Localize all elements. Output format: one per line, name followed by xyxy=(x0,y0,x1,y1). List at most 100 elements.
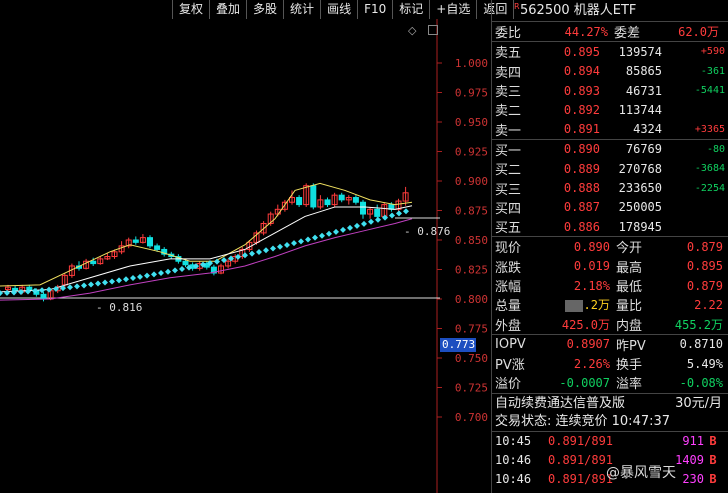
price-axis-label: 0.900 xyxy=(455,175,488,188)
pvzhang-row: PV涨 2.26% 换手 5.49% xyxy=(492,354,728,374)
ma-dot-marker xyxy=(81,282,87,289)
ask-volume: 139574 xyxy=(618,44,662,59)
price-axis-label: 0.700 xyxy=(455,411,488,424)
tick-side: B xyxy=(709,472,717,487)
candle-body xyxy=(352,197,359,203)
fee-price[interactable]: 30元/月 xyxy=(675,394,728,413)
candle-body xyxy=(338,194,345,201)
ma-dot-marker xyxy=(242,252,248,259)
panel-toggle-icon[interactable] xyxy=(428,25,438,35)
bid-price: 0.887 xyxy=(563,200,600,215)
zuigao-label: 最高 xyxy=(616,260,643,276)
fee-text[interactable]: 自动续费通达信普及版 xyxy=(495,396,625,411)
tick-time: 10:46 xyxy=(495,472,532,487)
ma-dot-marker xyxy=(158,270,164,277)
ask-row[interactable]: 卖五 0.895 139574 +590 xyxy=(492,42,728,62)
chart-toolbar: 复权 叠加 多股 统计 画线 F10 标记 +自选 返回 xyxy=(172,0,515,19)
ma-dot-marker xyxy=(109,278,115,285)
bid-label: 买一 xyxy=(495,143,522,159)
bid-row[interactable]: 买三 0.888 233650 -2254 xyxy=(492,178,728,198)
tick-time: 10:45 xyxy=(495,434,532,449)
bid-row[interactable]: 买二 0.889 270768 -3684 xyxy=(492,159,728,179)
bid-row[interactable]: 买四 0.887 250005 xyxy=(492,198,728,217)
ask-change: +590 xyxy=(700,46,725,58)
tick-volume: 911 xyxy=(682,434,704,449)
ask-price: 0.895 xyxy=(563,44,600,59)
ma-dot-marker xyxy=(88,281,94,288)
bid-volume: 250005 xyxy=(618,200,662,215)
ma-dot-marker xyxy=(326,230,332,237)
overlay-button[interactable]: 叠加 xyxy=(209,0,246,19)
yijia-label: 溢价 xyxy=(495,377,522,393)
f10-button[interactable]: F10 xyxy=(357,0,392,19)
weibi-label: 委比 xyxy=(495,26,522,42)
yijialv-value: -0.08% xyxy=(679,375,723,390)
tick-row[interactable]: 10:45 0.891/891 911 B xyxy=(492,432,728,451)
kline-chart-svg[interactable]: 1.000 0.975 0.950 0.925 0.900 0.875 0.850 0.825… xyxy=(0,19,491,493)
ma-dot-marker xyxy=(354,222,360,229)
fuquan-button[interactable]: 复权 xyxy=(172,0,209,19)
candle-body xyxy=(90,260,97,265)
weibi-row: 委比 44.27% 委差 62.0万 xyxy=(492,22,728,42)
price-axis-label: 0.925 xyxy=(455,146,488,159)
tick-time: 10:46 xyxy=(495,453,532,468)
ma-dot-marker xyxy=(375,216,381,223)
ma-dot-marker xyxy=(151,271,157,278)
bid-row[interactable]: 买五 0.886 178945 xyxy=(492,217,728,237)
bid-volume: 76769 xyxy=(625,142,662,157)
ma-dot-marker xyxy=(291,240,297,247)
jinkai-value: 0.879 xyxy=(686,239,723,254)
zuigao-value: 0.895 xyxy=(686,259,723,274)
add-watchlist-button[interactable]: +自选 xyxy=(429,0,476,19)
mark-button[interactable]: 标记 xyxy=(392,0,429,19)
ma-dot-marker xyxy=(347,224,353,231)
ask-volume: 85865 xyxy=(625,64,662,79)
ma-dot-marker xyxy=(67,284,73,291)
zuopv-value: 0.8710 xyxy=(679,337,723,352)
diamond-icon[interactable]: ◇ xyxy=(408,24,416,37)
ma-dot-marker xyxy=(144,272,150,279)
bid-row[interactable]: 买一 0.890 76769 -80 xyxy=(492,140,728,159)
fee-banner[interactable]: 自动续费通达信普及版 30元/月 xyxy=(492,392,728,413)
kline-chart[interactable]: 1.000 0.975 0.950 0.925 0.900 0.875 0.850 0.825… xyxy=(0,19,491,493)
ma-dot-marker xyxy=(319,232,325,239)
ask-price: 0.892 xyxy=(563,102,600,117)
ask-label: 卖五 xyxy=(495,46,522,62)
ask-row[interactable]: 卖二 0.892 113744 xyxy=(492,100,728,120)
tick-side: B xyxy=(709,453,717,468)
statistics-button[interactable]: 统计 xyxy=(283,0,320,19)
iopv-label: IOPV xyxy=(495,336,526,352)
watermark: @暴风雪天 xyxy=(606,465,676,481)
ma-dot-marker xyxy=(39,287,45,294)
quote-row-outer: 外盘 425.0万 内盘 455.2万 xyxy=(492,314,728,334)
ask-row[interactable]: 卖一 0.891 4324 +3365 xyxy=(492,119,728,139)
high-price-label: - 0.876 xyxy=(404,225,450,238)
ask-label: 卖三 xyxy=(495,85,522,101)
quote-row-change: 涨跌 0.019 最高 0.895 xyxy=(492,257,728,276)
ask-volume: 46731 xyxy=(625,83,662,98)
draw-line-button[interactable]: 画线 xyxy=(320,0,357,19)
ask-label: 卖四 xyxy=(495,65,522,81)
multi-stock-button[interactable]: 多股 xyxy=(246,0,283,19)
ma-dot-marker xyxy=(403,208,409,215)
quote-block: 现价 0.890 今开 0.879 涨跌 0.019 最高 0.895 涨幅 2… xyxy=(492,236,728,334)
stock-name: 机器人ETF xyxy=(573,3,637,18)
ask-row[interactable]: 卖四 0.894 85865 -361 xyxy=(492,62,728,81)
ask-label: 卖一 xyxy=(495,123,522,139)
candle-body xyxy=(374,208,381,217)
ask-change: +3365 xyxy=(694,123,725,135)
bid-volume: 178945 xyxy=(618,219,662,234)
price-axis-label: 0.825 xyxy=(455,264,488,277)
price-axis-label: 0.875 xyxy=(455,205,488,218)
iopv-block: IOPV 0.8907 昨PV 0.8710 PV涨 2.26% 换手 5.49… xyxy=(492,333,728,393)
ma-dot-marker xyxy=(102,279,108,286)
bid-volume: 270768 xyxy=(618,161,662,176)
bid-change: -3684 xyxy=(694,163,725,175)
ask-row[interactable]: 卖三 0.893 46731 -5441 xyxy=(492,81,728,101)
bid-price: 0.886 xyxy=(563,219,600,234)
bid-label: 买五 xyxy=(495,221,522,237)
pvzhang-value: 2.26% xyxy=(573,356,610,371)
quote-row-price: 现价 0.890 今开 0.879 xyxy=(492,237,728,257)
zuopv-label: 昨PV xyxy=(616,338,646,354)
zhangfu-value: 2.18% xyxy=(573,278,610,293)
